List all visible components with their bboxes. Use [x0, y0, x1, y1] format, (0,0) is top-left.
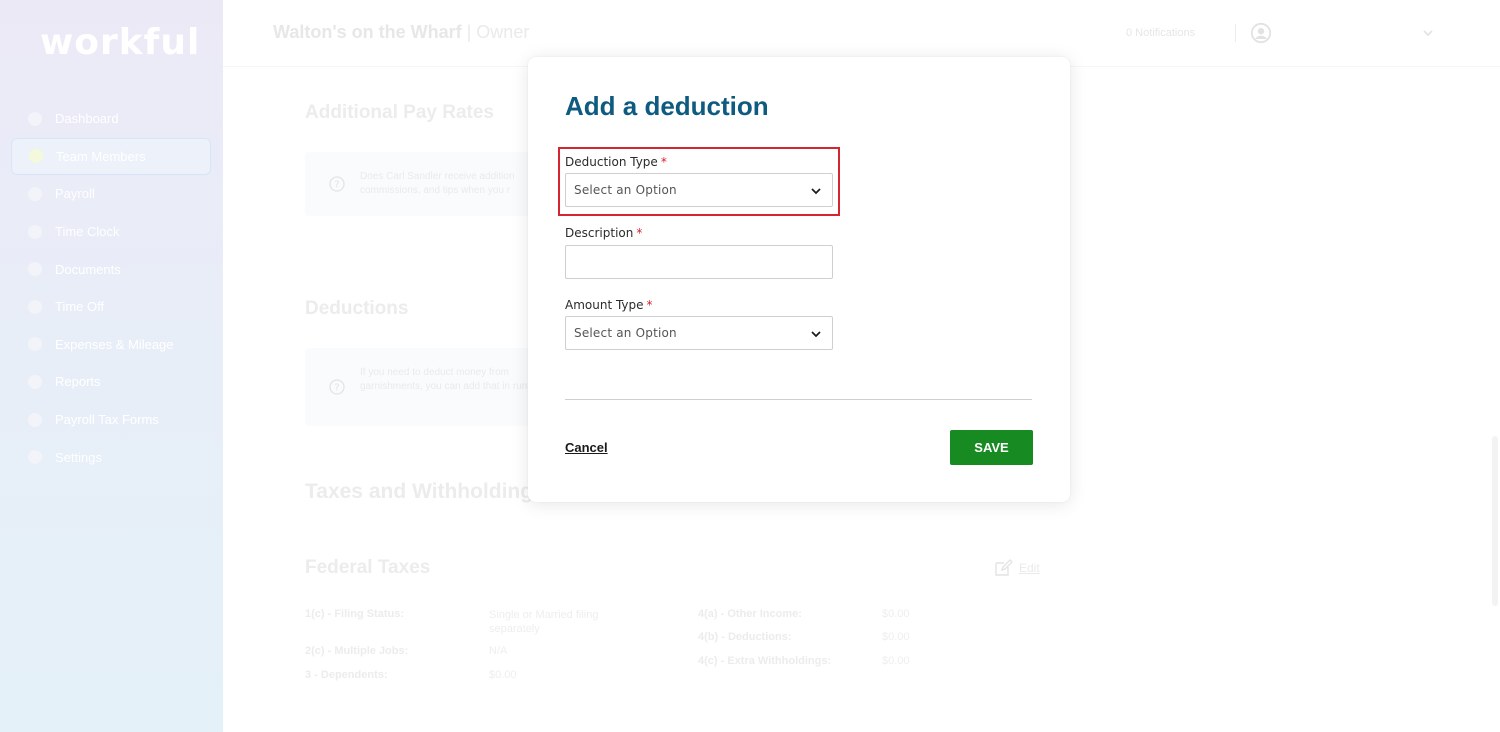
edit-federal-taxes-button[interactable]: Edit [993, 558, 1040, 578]
deduction-type-label: Deduction Type * [565, 155, 667, 169]
workful-logo[interactable]: workful [40, 22, 200, 63]
dependents-value: $0.00 [489, 669, 517, 681]
user-role: | Owner [466, 22, 530, 42]
amount-type-label: Amount Type * [565, 298, 653, 312]
expenses-icon [28, 337, 42, 352]
deduction-type-label-text: Deduction Type [565, 155, 658, 169]
chevron-down-icon [811, 188, 821, 195]
dependents-label: 3 - Dependents: [305, 669, 388, 681]
description-input[interactable] [565, 245, 833, 279]
time-off-icon [28, 299, 42, 314]
documents-icon [28, 262, 42, 277]
sidebar-item-time-clock[interactable]: Time Clock [0, 213, 223, 251]
other-income-value: $0.00 [882, 608, 910, 620]
edit-icon [995, 559, 1013, 576]
additional-pay-rates-help: ? Does Carl Sandler receive addition com… [305, 152, 535, 216]
sidebar-item-payroll-tax-forms[interactable]: Payroll Tax Forms [0, 401, 223, 439]
sidebar-item-label: Reports [55, 374, 101, 390]
other-income-label: 4(a) - Other Income: [698, 608, 802, 620]
sidebar-item-label: Payroll Tax Forms [55, 412, 159, 428]
payroll-icon [28, 186, 42, 201]
sidebar-item-label: Settings [55, 449, 102, 465]
notifications-link[interactable]: 0 Notifications [1126, 27, 1195, 39]
sidebar-item-label: Time Clock [55, 224, 120, 240]
settings-icon [28, 450, 42, 465]
help-text: If you need to deduct money from garnish… [360, 367, 536, 392]
sidebar-item-time-off[interactable]: Time Off [0, 288, 223, 326]
user-avatar-icon[interactable] [1250, 22, 1272, 44]
scrollbar-thumb[interactable] [1492, 436, 1498, 606]
header-divider [1235, 24, 1236, 42]
extra-withholdings-label: 4(c) - Extra Withholdings: [698, 655, 832, 667]
help-text: Does Carl Sandler receive addition commi… [360, 171, 515, 196]
sidebar-nav: Dashboard Team Members Payroll Time Cloc… [0, 100, 223, 476]
sidebar-item-label: Dashboard [55, 111, 119, 127]
filing-status-label: 1(c) - Filing Status: [305, 608, 404, 620]
modal-title: Add a deduction [565, 91, 769, 121]
add-deduction-modal: Add a deduction Deduction Type * Select a… [528, 57, 1070, 502]
required-mark: * [636, 226, 643, 240]
sidebar-item-settings[interactable]: Settings [0, 438, 223, 476]
sidebar-item-team-members[interactable]: Team Members [11, 137, 211, 176]
extra-withholdings-value: $0.00 [882, 655, 910, 667]
multiple-jobs-label: 2(c) - Multiple Jobs: [305, 645, 409, 657]
deductions-field-label: 4(b) - Deductions: [698, 631, 792, 643]
reports-icon [28, 374, 42, 389]
sidebar-item-expenses-mileage[interactable]: Expenses & Mileage [0, 326, 223, 364]
question-icon: ? [329, 379, 345, 395]
description-label: Description * [565, 226, 642, 240]
sidebar-item-documents[interactable]: Documents [0, 250, 223, 288]
time-clock-icon [28, 224, 42, 239]
edit-label: Edit [1019, 561, 1040, 575]
deductions-heading: Deductions [305, 298, 409, 319]
deductions-help: ? If you need to deduct money from garni… [305, 348, 535, 426]
svg-text:?: ? [334, 180, 339, 191]
scrollbar[interactable] [1490, 66, 1500, 732]
amount-type-label-text: Amount Type [565, 298, 644, 312]
sidebar-item-payroll[interactable]: Payroll [0, 175, 223, 213]
required-mark: * [660, 155, 667, 169]
federal-taxes-heading: Federal Taxes [305, 557, 431, 578]
sidebar-item-label: Payroll [55, 186, 95, 202]
sidebar: workful Dashboard Team Members Payroll T… [0, 0, 223, 732]
modal-divider [565, 399, 1032, 400]
team-members-icon [29, 149, 43, 164]
account-chevron-down-icon[interactable] [1421, 26, 1435, 40]
save-button[interactable]: SAVE [950, 430, 1033, 465]
chevron-down-icon [811, 331, 821, 338]
taxes-withholding-heading: Taxes and Withholding [305, 480, 534, 503]
deduction-type-placeholder: Select an Option [574, 183, 677, 197]
dashboard-icon [28, 111, 42, 126]
question-icon: ? [329, 176, 345, 192]
business-name: Walton's on the Wharf | Owner [273, 22, 529, 43]
sidebar-item-label: Expenses & Mileage [55, 336, 174, 352]
required-mark: * [646, 298, 653, 312]
sidebar-item-dashboard[interactable]: Dashboard [0, 100, 223, 138]
multiple-jobs-value: N/A [489, 645, 508, 657]
tax-forms-icon [28, 412, 42, 427]
deduction-type-select[interactable]: Select an Option [565, 173, 833, 207]
sidebar-item-reports[interactable]: Reports [0, 363, 223, 401]
svg-text:?: ? [334, 383, 339, 394]
deductions-field-value: $0.00 [882, 631, 910, 643]
sidebar-item-label: Time Off [55, 299, 105, 315]
amount-type-select[interactable]: Select an Option [565, 316, 833, 350]
cancel-button[interactable]: Cancel [565, 440, 608, 455]
filing-status-value: Single or Married filing separately [489, 609, 599, 635]
business-name-text: Walton's on the Wharf [273, 22, 462, 42]
sidebar-item-label: Documents [55, 261, 121, 277]
description-label-text: Description [565, 226, 634, 240]
sidebar-item-label: Team Members [56, 148, 146, 164]
additional-pay-rates-heading: Additional Pay Rates [305, 102, 494, 123]
amount-type-placeholder: Select an Option [574, 326, 677, 340]
